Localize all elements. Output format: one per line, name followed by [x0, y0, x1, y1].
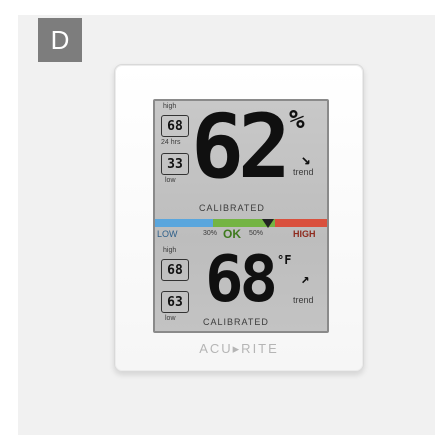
comfort-bar-low — [155, 219, 213, 227]
humidity-period-label: 24 hrs — [161, 139, 181, 146]
humidity-high-label: high — [163, 103, 177, 110]
humidity-unit: % — [289, 105, 305, 135]
temperature-high-value: 68 — [161, 259, 189, 281]
humidity-low-value: 33 — [161, 153, 189, 175]
humidity-high-value: 68 — [161, 115, 189, 137]
temperature-calibrated-label: CALIBRATED — [203, 317, 269, 327]
humidity-trend-label: trend — [293, 167, 314, 177]
panel-letter-badge: D — [38, 18, 82, 62]
hygrometer-device: high 68 24 hrs 33 low 62 % ↘ trend CALIB… — [114, 64, 364, 372]
temperature-high-label: high — [163, 247, 177, 254]
humidity-reading: 62 — [191, 99, 291, 198]
brand-logo: ACU▸RITE — [199, 341, 279, 356]
comfort-range-low: 30% — [203, 230, 218, 237]
temperature-reading: 68 — [205, 243, 278, 317]
temperature-trend-label: trend — [293, 295, 314, 305]
temperature-unit: °F — [277, 253, 292, 267]
temperature-trend-arrow-icon: ↗ — [301, 271, 310, 287]
comfort-ok-label: OK — [223, 227, 241, 241]
humidity-trend-arrow-icon: ↘ — [301, 149, 311, 168]
humidity-calibrated-label: CALIBRATED — [199, 203, 265, 213]
comfort-high-label: HIGH — [293, 229, 316, 239]
comfort-indicator-icon — [262, 219, 274, 228]
lcd-screen: high 68 24 hrs 33 low 62 % ↘ trend CALIB… — [153, 99, 329, 333]
comfort-low-label: LOW — [157, 229, 178, 239]
comfort-bar-high — [275, 219, 327, 227]
humidity-low-label: low — [165, 177, 176, 184]
temperature-low-label: low — [165, 315, 176, 322]
comfort-range-high: 50% — [249, 230, 264, 237]
temperature-low-value: 63 — [161, 291, 189, 313]
